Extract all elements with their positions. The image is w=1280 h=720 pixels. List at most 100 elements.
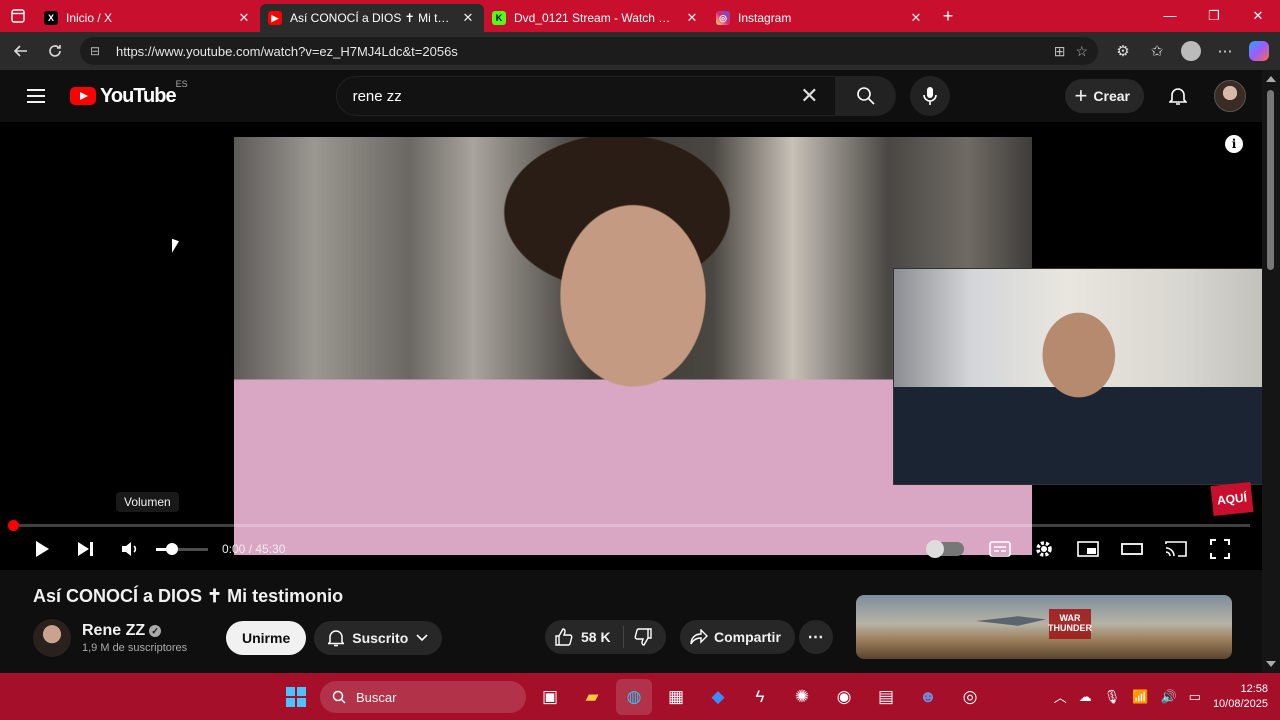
youtube-play-icon [70, 87, 96, 105]
youtube-wordmark: YouTube [100, 84, 177, 107]
close-tab-icon[interactable]: ✕ [908, 10, 924, 26]
more-menu-icon[interactable]: ⋯ [1210, 36, 1240, 66]
browser-tab-youtube[interactable]: ▶ Así CONOCÍ a DIOS ✝ Mi testimonio ✕ [260, 4, 484, 32]
site-info-icon[interactable]: ⊟ [90, 44, 106, 58]
speaker-icon[interactable]: 🔊 [1160, 689, 1176, 705]
back-button[interactable] [6, 36, 36, 66]
fullscreen-button[interactable] [1198, 534, 1242, 564]
voice-search-button[interactable] [909, 76, 950, 116]
create-button[interactable]: + Crear [1064, 79, 1144, 113]
tab-title: Instagram [738, 11, 792, 25]
volume-slider[interactable] [156, 542, 208, 555]
calculator-icon[interactable]: ▤ [868, 679, 904, 715]
discord-icon[interactable]: ☻ [910, 679, 946, 715]
close-window-icon[interactable]: ✕ [1236, 8, 1280, 24]
browser-tab-kick[interactable]: K Dvd_0121 Stream - Watch Live on Kick ✕ [484, 4, 708, 32]
channel-name-link[interactable]: Rene ZZ ✓ [82, 622, 202, 640]
more-actions-button[interactable]: ⋯ [799, 620, 833, 654]
play-button[interactable] [20, 534, 64, 564]
microphone-icon [922, 87, 937, 105]
subscribed-button[interactable]: Suscrito [314, 621, 443, 655]
menu-button[interactable] [16, 76, 56, 116]
start-button[interactable] [278, 679, 314, 715]
theater-mode-button[interactable] [1110, 534, 1154, 564]
search-bar: rene zz ✕ [335, 76, 950, 116]
microphone-icon[interactable]: 🎙 [1104, 689, 1121, 705]
favorite-star-icon[interactable]: ☆ [1075, 43, 1088, 60]
skip-next-icon [78, 542, 93, 556]
browser-tab-instagram[interactable]: ◎ Instagram ✕ [708, 4, 932, 32]
like-button[interactable]: 58 K [545, 626, 624, 648]
subtitles-button[interactable] [978, 534, 1022, 564]
dropbox-icon[interactable]: ◆ [700, 679, 736, 715]
search-input[interactable]: rene zz ✕ [335, 76, 836, 116]
browser-tab-x[interactable]: X Inicio / X ✕ [36, 4, 260, 32]
restore-icon[interactable]: ❐ [1192, 8, 1236, 24]
account-avatar[interactable] [1214, 80, 1246, 112]
battery-icon[interactable]: ▭ [1189, 689, 1201, 705]
steam-icon[interactable]: ◉ [826, 679, 862, 715]
chatgpt-icon[interactable]: ✺ [784, 679, 820, 715]
streamer-webcam-overlay [893, 268, 1262, 485]
opera-gx-icon[interactable]: ◎ [952, 679, 988, 715]
ad-banner[interactable]: WAR THUNDER [856, 595, 1232, 659]
extensions-icon[interactable]: ⚙ [1108, 36, 1138, 66]
network-alert-icon[interactable]: ☁ [1079, 689, 1092, 705]
miniplayer-button[interactable] [1066, 534, 1110, 564]
progress-scrubber[interactable] [8, 520, 19, 531]
scroll-up-icon[interactable] [1266, 76, 1276, 82]
cast-button[interactable] [1154, 534, 1198, 564]
channel-avatar[interactable] [33, 619, 71, 657]
microsoft-store-icon[interactable]: ▦ [658, 679, 694, 715]
share-button[interactable]: Compartir [680, 620, 795, 654]
bell-icon [1169, 88, 1187, 105]
mute-button[interactable] [108, 534, 152, 564]
lightning-app-icon[interactable]: ϟ [742, 679, 778, 715]
taskbar-search[interactable]: Buscar [320, 681, 526, 713]
chevron-up-icon[interactable]: ︿ [1054, 687, 1067, 706]
url-field[interactable]: ⊟ https://www.youtube.com/watch?v=ez_H7M… [80, 37, 1098, 65]
share-icon [690, 629, 708, 645]
reload-button[interactable] [40, 36, 70, 66]
app-available-icon[interactable]: ⊞ [1054, 43, 1066, 60]
close-tab-icon[interactable]: ✕ [684, 10, 700, 26]
notifications-button[interactable] [1158, 76, 1198, 116]
search-query: rene zz [352, 87, 402, 105]
info-icon[interactable]: i [1225, 135, 1243, 153]
clear-search-icon[interactable]: ✕ [800, 83, 818, 109]
page-scrollbar[interactable] [1262, 70, 1280, 673]
settings-button[interactable] [1022, 534, 1066, 564]
volume-knob[interactable] [165, 542, 178, 555]
copilot-button[interactable] [1244, 36, 1274, 66]
new-tab-button[interactable]: + [932, 6, 964, 27]
player-controls-right [926, 534, 1242, 564]
task-view-icon[interactable]: ▣ [532, 679, 568, 715]
join-button[interactable]: Unirme [226, 621, 307, 655]
video-player[interactable]: AQUÍ i Volumen 0:00 / 45:30 [0, 122, 1262, 570]
favorites-icon[interactable]: ✩ [1142, 36, 1172, 66]
search-button[interactable] [835, 76, 896, 116]
tab-title: Inicio / X [66, 11, 113, 25]
youtube-icon: ▶ [268, 11, 282, 25]
scrollbar-thumb[interactable] [1267, 90, 1274, 270]
ad-logo: WAR THUNDER [1048, 609, 1092, 639]
next-button[interactable] [64, 534, 108, 564]
scroll-down-icon[interactable] [1266, 661, 1276, 667]
file-explorer-icon[interactable]: ▰ [574, 679, 610, 715]
youtube-logo[interactable]: YouTube ES [70, 79, 188, 108]
profile-button[interactable] [1176, 36, 1206, 66]
wifi-icon[interactable]: 📶 [1132, 689, 1148, 705]
windows-taskbar: Buscar ▣ ▰ ◍ ▦ ◆ ϟ ✺ ◉ ▤ ☻ ◎ ︿ ☁ 🎙 📶 🔊 ▭… [0, 673, 1280, 720]
address-bar-row: ⊟ https://www.youtube.com/watch?v=ez_H7M… [0, 32, 1280, 70]
region-code: ES [175, 78, 188, 89]
autoplay-toggle[interactable] [926, 540, 964, 558]
subtitles-icon [989, 541, 1011, 557]
minimize-icon[interactable]: — [1148, 8, 1192, 24]
close-tab-icon[interactable]: ✕ [460, 10, 476, 26]
edge-browser-icon[interactable]: ◍ [616, 679, 652, 715]
progress-bar[interactable] [8, 520, 1250, 531]
tab-actions-button[interactable] [0, 0, 36, 32]
close-tab-icon[interactable]: ✕ [236, 10, 252, 26]
dislike-button[interactable] [624, 628, 666, 646]
clock[interactable]: 12:58 10/08/2025 [1213, 682, 1268, 712]
